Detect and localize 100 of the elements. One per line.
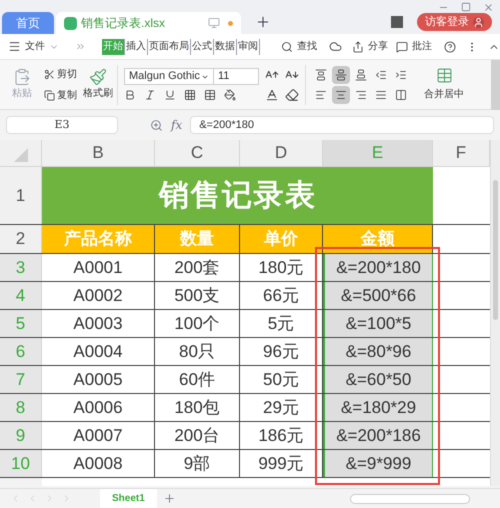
add-sheet-icon[interactable] [162,492,176,505]
table-cell [433,422,490,449]
underline-icon[interactable] [164,89,176,101]
font-select[interactable]: Malgun Gothic [124,68,214,85]
table-cell: 180包 [155,394,240,421]
table-cell: A0008 [42,450,155,477]
align-icon [315,68,327,80]
table-cell [433,282,490,309]
table-cell: 186元 [240,422,323,449]
table-cell: &=9*999 [323,450,433,477]
table-cell: &=200*186 [323,422,433,449]
table-cell [433,167,490,224]
formula-field[interactable]: &=200*180 [190,116,494,134]
table-cell: &=60*50 [323,366,433,393]
table-cell: &=100*5 [323,310,433,337]
ribbon-tab[interactable]: 公式 [191,38,214,54]
paintbrush-icon [89,68,107,86]
table-cell: 200台 [155,422,240,449]
table-cell: A0007 [42,422,155,449]
table-cell: A0001 [42,254,155,281]
header-cell: 产品名称 [42,225,155,253]
function-button[interactable]: fx [171,116,182,134]
scissors-icon [44,68,55,80]
table-cell [433,225,490,253]
align-icon [355,88,367,100]
ribbon-tab[interactable]: 插入 [125,38,148,54]
help-icon[interactable] [444,40,456,52]
column-header[interactable]: C [155,140,240,166]
align-icon [395,68,407,80]
table-cell: 29元 [240,394,323,421]
table-cell [433,366,490,393]
cell-reference-field[interactable]: E3 [6,116,118,134]
paste-icon [13,68,31,86]
table-cell: A0002 [42,282,155,309]
new-tab-icon[interactable] [255,14,271,30]
document-tab[interactable]: 销售记录表.xlsx [56,12,241,34]
sheet-title: 销售记录表 [42,167,433,224]
table-cell: 500支 [155,282,240,309]
ribbon-tab[interactable]: 数据 [214,38,237,54]
table-cell [433,310,490,337]
table-cell: 66元 [240,282,323,309]
table-cell [433,450,490,477]
format-painter-button[interactable]: 格式刷 [83,68,113,101]
table-cell: A0005 [42,366,155,393]
comment-icon[interactable] [396,40,408,52]
align-icon [315,88,327,100]
align-button[interactable] [332,86,350,104]
search-icon[interactable] [281,40,293,52]
table-cell: &=180*29 [323,394,433,421]
horizontal-scrollbar[interactable] [350,494,470,504]
table-cell [433,254,490,281]
ribbon-tab[interactable]: 审阅 [237,38,260,54]
table-cell: 50元 [240,366,323,393]
align-icon [375,68,387,80]
italic-icon[interactable] [144,89,156,101]
close-icon[interactable] [483,2,494,13]
column-header[interactable]: B [42,140,155,166]
merge-cells-icon [436,67,452,84]
align-icon [335,88,347,100]
align-button[interactable] [332,66,350,84]
cut-button[interactable]: 剪切 [44,66,77,82]
table-cell: 180元 [240,254,323,281]
share-button[interactable]: 分享 [368,39,388,54]
table-cell: 200套 [155,254,240,281]
merge-center-button[interactable]: 合并居中 [424,67,464,102]
find-button[interactable]: 查找 [297,39,317,54]
comment-button[interactable]: 批注 [412,39,432,54]
table-cell: A0003 [42,310,155,337]
table-cell: 96元 [240,338,323,365]
table-cell [433,338,490,365]
eraser-icon[interactable] [285,88,299,102]
table-cell: 9部 [155,450,240,477]
bold-icon[interactable] [124,89,136,101]
paint-bucket-icon[interactable] [224,89,236,101]
vertical-scrollbar[interactable] [490,140,500,486]
file-menu[interactable]: 文件 [25,39,45,54]
table-cell: &=500*66 [323,282,433,309]
header-cell: 金额 [323,225,433,253]
user-icon [473,16,484,28]
cloud-icon[interactable] [329,40,342,53]
font-size-select[interactable]: 11 [214,68,259,85]
maximize-icon[interactable] [461,2,471,12]
font-color-icon[interactable] [265,88,279,102]
copy-button[interactable]: 复制 [44,88,77,102]
table-cell [433,394,490,421]
align-icon [355,68,367,80]
align-icon [335,68,347,80]
table-cell: &=200*180 [323,254,433,281]
table-cell: 80只 [155,338,240,365]
copy-icon [44,90,55,100]
align-icon [395,88,407,100]
header-cell: 单价 [240,225,323,253]
login-button[interactable]: 访客登录 [417,13,492,31]
table-cell: 100个 [155,310,240,337]
header-cell: 数量 [155,225,240,253]
menu-icon[interactable] [8,40,21,53]
share-icon[interactable] [352,40,364,52]
zoom-icon[interactable] [150,118,163,132]
border-icon[interactable] [184,89,196,101]
ribbon-tab[interactable]: 页面布局 [148,38,191,54]
